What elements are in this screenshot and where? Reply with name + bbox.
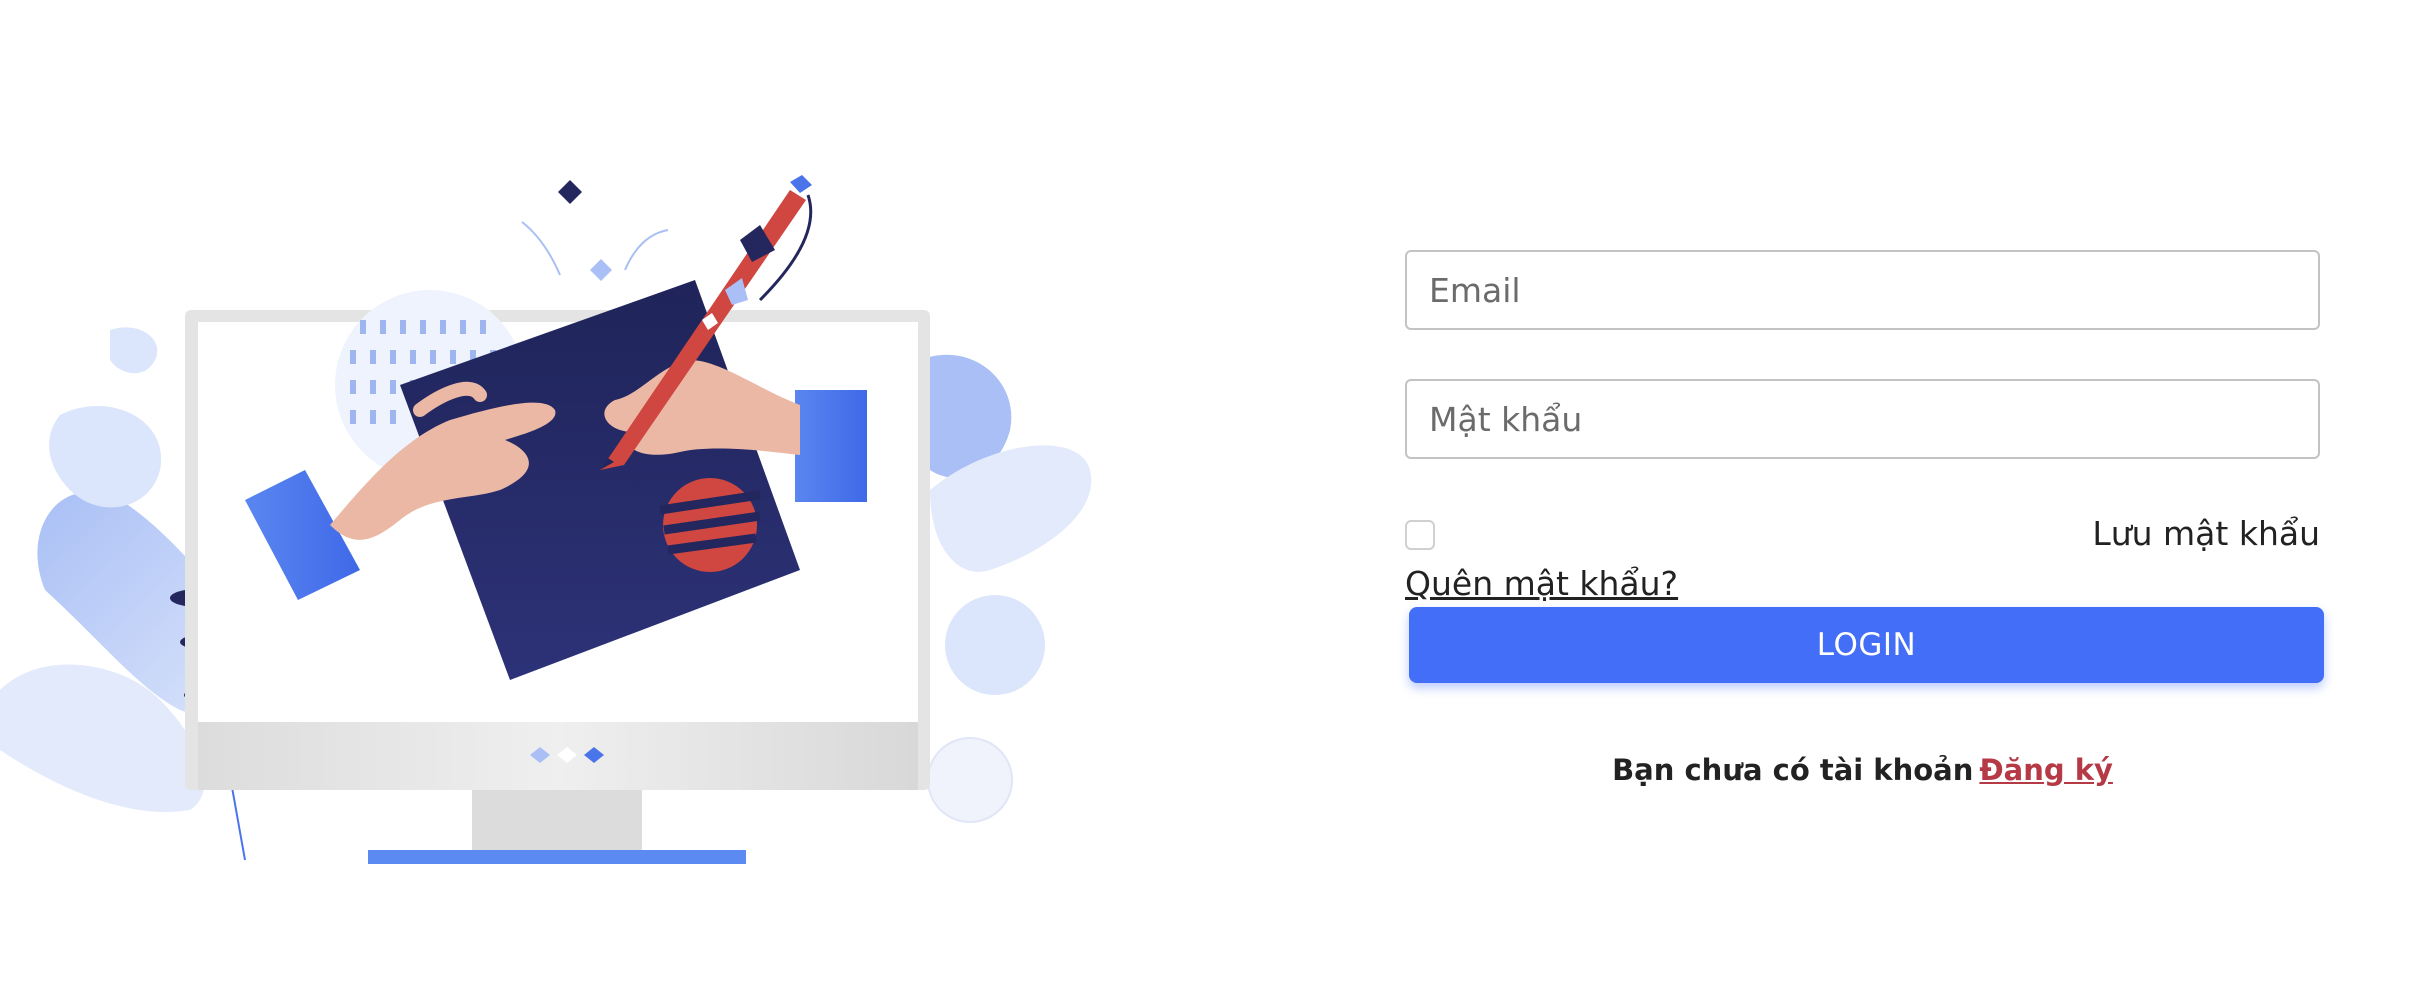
login-button[interactable]: LOGIN [1409, 607, 2324, 683]
password-field[interactable] [1405, 379, 2320, 459]
signup-link[interactable]: Đăng ký [1979, 753, 2113, 787]
login-page: Lưu mật khẩu Quên mật khẩu? LOGIN Bạn ch… [0, 0, 2436, 986]
email-field[interactable] [1405, 250, 2320, 330]
remember-checkbox[interactable] [1405, 520, 1435, 550]
forgot-password-link[interactable]: Quên mật khẩu? [1405, 564, 1678, 603]
login-illustration [0, 175, 1092, 864]
remember-row: Lưu mật khẩu [1405, 514, 2320, 554]
signup-prompt: Bạn chưa có tài khoản [1612, 753, 1974, 787]
login-form: Lưu mật khẩu Quên mật khẩu? LOGIN Bạn ch… [1405, 250, 2325, 787]
remember-label: Lưu mật khẩu [2092, 514, 2320, 553]
signup-row: Bạn chưa có tài khoản Đăng ký [1405, 753, 2320, 787]
